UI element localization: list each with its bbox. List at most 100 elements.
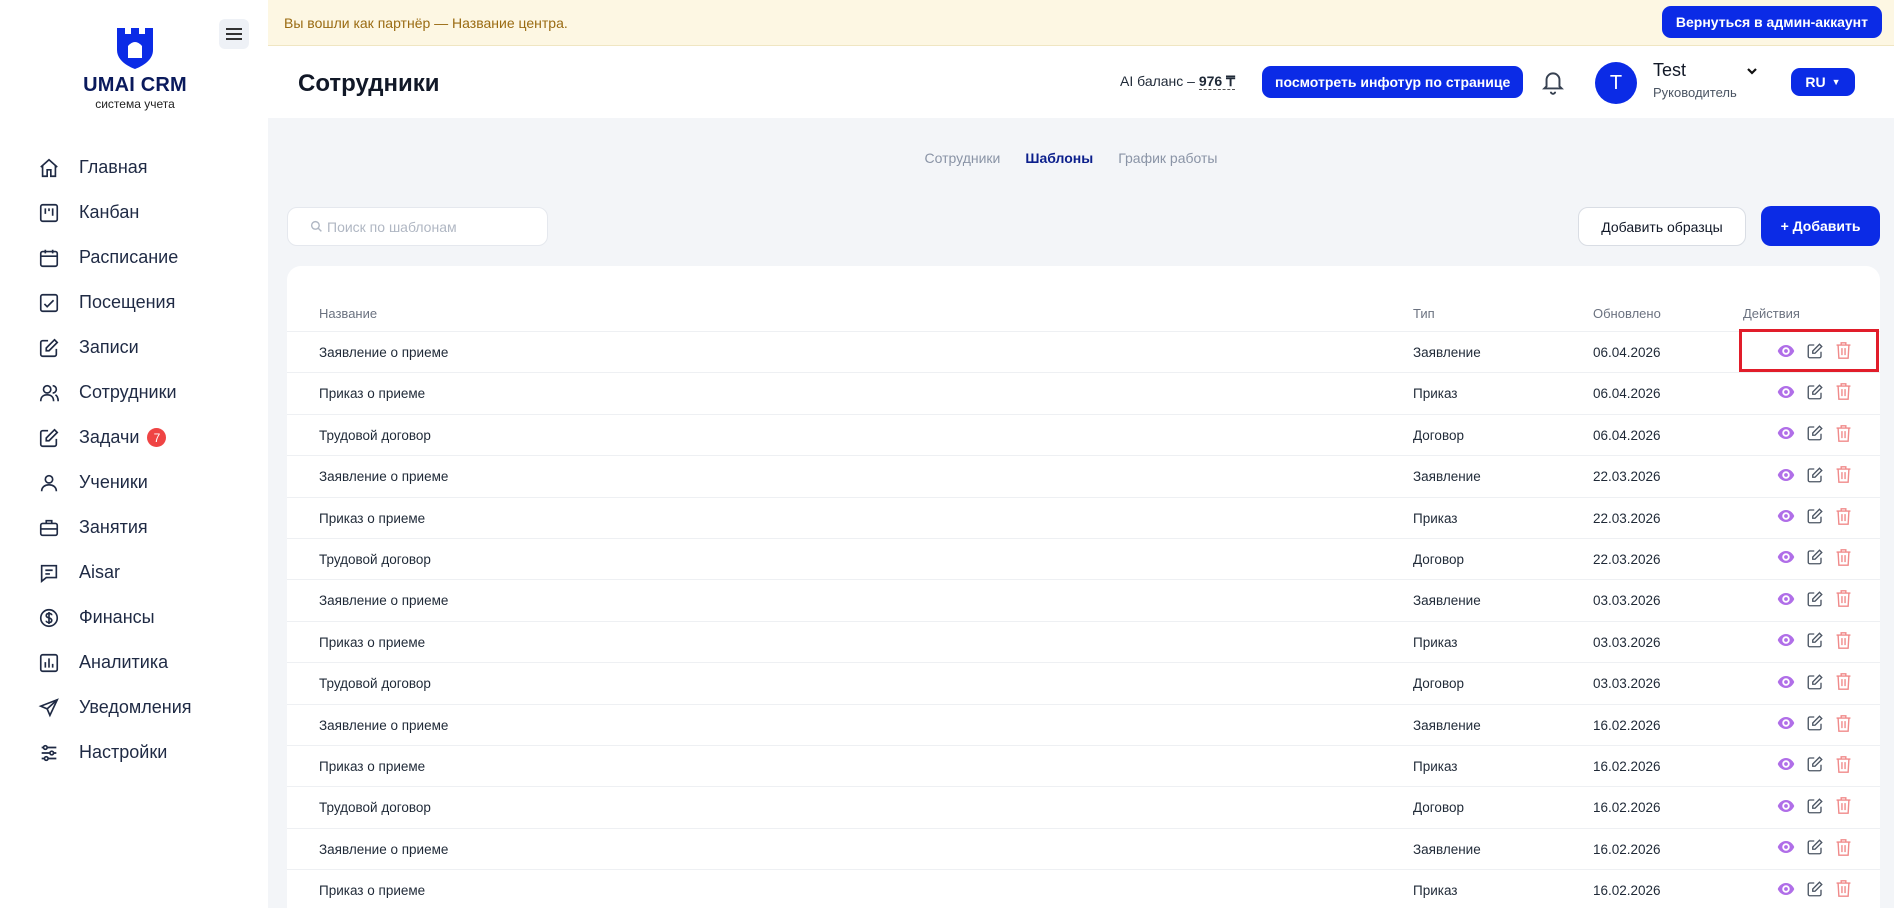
delete-icon[interactable] (1833, 671, 1854, 692)
view-icon[interactable] (1775, 340, 1796, 361)
edit-icon[interactable] (1804, 506, 1825, 527)
delete-icon[interactable] (1833, 381, 1854, 402)
cell-type: Договор (1413, 676, 1464, 692)
delete-icon[interactable] (1833, 837, 1854, 858)
sidebar-item-students[interactable]: Ученики (36, 460, 256, 505)
delete-icon[interactable] (1833, 547, 1854, 568)
cell-name: Заявление о приеме (319, 345, 449, 360)
delete-icon[interactable] (1833, 630, 1854, 651)
sidebar: UMAI CRM система учета Главная Канбан Ра (0, 0, 268, 908)
search-input[interactable] (327, 218, 547, 235)
chevron-down-icon[interactable] (1745, 64, 1759, 78)
row-actions (1775, 671, 1854, 692)
edit-icon[interactable] (1804, 340, 1825, 361)
view-icon[interactable] (1775, 588, 1796, 609)
language-select[interactable]: RU ▼ (1791, 68, 1855, 96)
info-tour-button[interactable]: посмотреть инфотур по странице (1262, 66, 1524, 98)
cell-type: Приказ (1413, 634, 1458, 650)
cell-name: Заявление о приеме (319, 593, 449, 609)
view-icon[interactable] (1775, 754, 1796, 775)
add-samples-button[interactable]: Добавить образцы (1578, 207, 1746, 246)
cell-name: Заявление о приеме (319, 469, 449, 485)
table-row: Заявление о приеме Заявление 16.02.2026 (287, 827, 1880, 869)
edit-icon[interactable] (1804, 423, 1825, 444)
view-icon[interactable] (1775, 630, 1796, 651)
delete-icon[interactable] (1833, 464, 1854, 485)
delete-icon[interactable] (1833, 506, 1854, 527)
table-row: Трудовой договор Договор 06.04.2026 (287, 413, 1880, 455)
sidebar-item-aisar[interactable]: Aisar (36, 550, 256, 595)
edit-icon[interactable] (1804, 754, 1825, 775)
user-icon (36, 470, 62, 496)
edit-icon[interactable] (1804, 713, 1825, 734)
edit-icon[interactable] (1804, 464, 1825, 485)
edit-icon[interactable] (1804, 381, 1825, 402)
row-actions (1775, 340, 1854, 361)
row-actions (1775, 713, 1854, 734)
sidebar-item-kanban[interactable]: Канбан (36, 190, 256, 235)
view-icon[interactable] (1775, 423, 1796, 444)
cell-name: Заявление о приеме (319, 717, 449, 733)
logo: UMAI CRM система учета (75, 24, 195, 111)
return-to-admin-button[interactable]: Вернуться в админ-аккаунт (1661, 6, 1882, 38)
sidebar-item-home[interactable]: Главная (36, 145, 256, 190)
sidebar-item-lessons[interactable]: Занятия (36, 505, 256, 550)
delete-icon[interactable] (1833, 423, 1854, 444)
edit-icon[interactable] (1804, 837, 1825, 858)
delete-icon[interactable] (1833, 754, 1854, 775)
cell-updated: 16.02.2026 (1593, 758, 1661, 774)
delete-icon[interactable] (1833, 795, 1854, 816)
menu-toggle-button[interactable] (219, 19, 249, 49)
edit-icon[interactable] (1804, 795, 1825, 816)
sidebar-item-attendance[interactable]: Посещения (36, 280, 256, 325)
cell-name: Приказ о приеме (319, 386, 426, 402)
bell-icon[interactable] (1540, 68, 1566, 96)
edit-icon[interactable] (1804, 630, 1825, 651)
tab-employees[interactable]: Сотрудники (925, 150, 1001, 166)
view-icon[interactable] (1775, 837, 1796, 858)
delete-icon[interactable] (1833, 713, 1854, 734)
sidebar-item-notifications[interactable]: Уведомления (36, 685, 256, 730)
cell-updated: 16.02.2026 (1593, 883, 1661, 899)
edit-icon[interactable] (1804, 588, 1825, 609)
sidebar-item-finance[interactable]: Финансы (36, 595, 256, 640)
tab-templates[interactable]: Шаблоны (1025, 150, 1093, 166)
sidebar-item-label: Аналитика (79, 652, 169, 672)
avatar[interactable]: T (1595, 62, 1637, 104)
row-actions (1775, 588, 1854, 609)
sidebar-item-schedule[interactable]: Расписание (36, 235, 256, 280)
sidebar-item-tasks[interactable]: Задачи 7 (36, 415, 256, 460)
logo-title: UMAI CRM (83, 74, 187, 96)
table-row: Приказ о приеме Приказ 06.04.2026 (287, 372, 1880, 413)
edit-icon[interactable] (1804, 671, 1825, 692)
row-actions (1775, 506, 1854, 527)
delete-icon[interactable] (1833, 340, 1854, 361)
user-name[interactable]: Test (1653, 60, 1686, 81)
dollar-icon (36, 605, 62, 631)
view-icon[interactable] (1775, 381, 1796, 402)
sidebar-item-analytics[interactable]: Аналитика (36, 640, 256, 685)
edit-icon[interactable] (1804, 547, 1825, 568)
view-icon[interactable] (1775, 671, 1796, 692)
view-icon[interactable] (1775, 795, 1796, 816)
table-row: Трудовой договор Договор 22.03.2026 (287, 537, 1880, 579)
edit-icon[interactable] (1804, 878, 1825, 899)
logo-subtitle: система учета (95, 97, 175, 111)
view-icon[interactable] (1775, 547, 1796, 568)
tab-work-schedule[interactable]: График работы (1118, 150, 1217, 166)
view-icon[interactable] (1775, 464, 1796, 485)
row-actions (1775, 878, 1854, 899)
sidebar-item-settings[interactable]: Настройки (36, 730, 256, 775)
view-icon[interactable] (1775, 878, 1796, 899)
ai-balance-value[interactable]: 976 ₸ (1198, 73, 1236, 90)
view-icon[interactable] (1775, 506, 1796, 527)
page-header: Сотрудники AI баланс – 976 ₸ посмотреть … (268, 46, 1894, 118)
add-button[interactable]: + Добавить (1761, 206, 1880, 246)
sidebar-item-employees[interactable]: Сотрудники (36, 370, 256, 415)
delete-icon[interactable] (1833, 588, 1854, 609)
sidebar-item-records[interactable]: Записи (36, 325, 256, 370)
row-actions (1775, 423, 1854, 444)
delete-icon[interactable] (1833, 878, 1854, 899)
tabs: Сотрудники Шаблоны График работы (268, 150, 1894, 166)
view-icon[interactable] (1775, 713, 1796, 734)
